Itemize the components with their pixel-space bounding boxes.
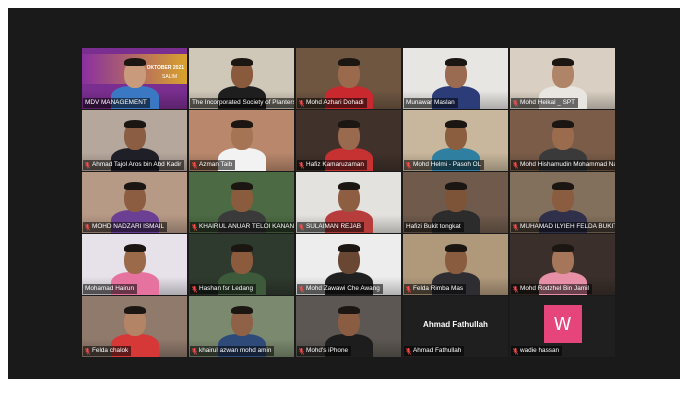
participant-name: MOHD NADZARI ISMAIL xyxy=(92,223,165,230)
participant-tile[interactable]: Mohd Azhari Dohadi xyxy=(296,48,401,109)
participant-name-tag: Ahmad Fathullah xyxy=(404,346,465,356)
participant-name: Mohd Azhari Dohadi xyxy=(306,99,364,106)
participant-name: Mohd Rodzhel Bin Jamil xyxy=(520,285,589,292)
participant-name-tag: MOHD NADZARI ISMAIL xyxy=(83,222,168,232)
participant-display-name: Ahmad Fathullah xyxy=(423,320,488,329)
zoom-gallery-window: OKTOBER 2021 SALIM MDV MANAGEMENT The Incor… xyxy=(8,8,680,379)
participant-tile[interactable]: Felda Rimba Mas xyxy=(403,234,508,295)
mic-muted-icon xyxy=(405,285,412,293)
participant-name: khairul azwan mohd amin xyxy=(199,347,272,354)
participant-tile[interactable]: Mohd Zawawi Che Awang xyxy=(296,234,401,295)
mic-muted-icon xyxy=(298,347,305,355)
participant-tile[interactable]: MOHD NADZARI ISMAIL xyxy=(82,172,187,233)
participant-name-tag: Hafizi Bukit tongkat xyxy=(404,222,464,232)
participant-tile[interactable]: Felda chalok xyxy=(82,296,187,357)
participant-tile[interactable]: SULAIMAN REJAB xyxy=(296,172,401,233)
participant-name-tag: Mohd Hishamudin Mohammad Na... xyxy=(511,160,615,170)
participant-name: Hafizi Bukit tongkat xyxy=(406,223,461,230)
participant-tile[interactable]: Mohd's iPhone xyxy=(296,296,401,357)
participant-grid: OKTOBER 2021 SALIM MDV MANAGEMENT The Incor… xyxy=(82,48,615,419)
participant-tile[interactable]: Ahmad Fathullah Ahmad Fathullah xyxy=(403,296,508,357)
participant-name-tag: khairul azwan mohd amin xyxy=(190,346,275,356)
participant-name: Mohamad Hairun xyxy=(85,285,135,292)
participant-tile[interactable]: Mohd Hishamudin Mohammad Na... xyxy=(510,110,615,171)
participant-tile[interactable]: The Incorporated Society of Planters xyxy=(189,48,294,109)
participant-tile[interactable]: MUHAMAD ILYIEH FELDA BUKIT ... xyxy=(510,172,615,233)
participant-tile[interactable]: Hafiz Kamaruzaman xyxy=(296,110,401,171)
mic-muted-icon xyxy=(512,161,519,169)
participant-name-tag: KHAIRUL ANUAR TELOI KANAN xyxy=(190,222,294,232)
participant-name: Mohd Helmi - Pasoh OL xyxy=(413,161,482,168)
mic-muted-icon xyxy=(512,285,519,293)
participant-name: Ahmad Fathullah xyxy=(413,347,462,354)
mic-muted-icon xyxy=(84,347,91,355)
participant-name-tag: MUHAMAD ILYIEH FELDA BUKIT ... xyxy=(511,222,615,232)
participant-name: Hafiz Kamaruzaman xyxy=(306,161,364,168)
participant-name-tag: Azman Taib xyxy=(190,160,236,170)
participant-name-tag: Mohd Azhari Dohadi xyxy=(297,98,367,108)
participant-tile[interactable]: Mohd Rodzhel Bin Jamil xyxy=(510,234,615,295)
participant-name-tag: Mohamad Hairun xyxy=(83,284,138,294)
participant-tile[interactable]: Wwadie hassan xyxy=(510,296,615,357)
participant-name: Mohd Hishamudin Mohammad Na... xyxy=(520,161,615,168)
participant-name: The Incorporated Society of Planters xyxy=(192,99,294,106)
participant-name: Mohd's iPhone xyxy=(306,347,349,354)
mic-muted-icon xyxy=(298,285,305,293)
participant-tile[interactable]: Ahmad Tajol Aros bin Abd Kadir xyxy=(82,110,187,171)
mic-muted-icon xyxy=(84,161,91,169)
mic-muted-icon xyxy=(512,99,519,107)
participant-tile[interactable]: Mohamad Hairun xyxy=(82,234,187,295)
participant-name: MUHAMAD ILYIEH FELDA BUKIT ... xyxy=(520,223,615,230)
participant-name: KHAIRUL ANUAR TELOI KANAN xyxy=(199,223,294,230)
participant-tile[interactable]: Azman Taib xyxy=(189,110,294,171)
participant-name-tag: Felda Rimba Mas xyxy=(404,284,467,294)
participant-tile[interactable]: Munawar Maslan xyxy=(403,48,508,109)
mic-muted-icon xyxy=(84,223,91,231)
mic-muted-icon xyxy=(191,161,198,169)
participant-name-tag: wadie hassan xyxy=(511,346,563,356)
mic-muted-icon xyxy=(512,347,519,355)
participant-tile[interactable]: KHAIRUL ANUAR TELOI KANAN xyxy=(189,172,294,233)
mic-muted-icon xyxy=(298,223,305,231)
participant-name-tag: Felda chalok xyxy=(83,346,132,356)
participant-name-tag: Mohd Rodzhel Bin Jamil xyxy=(511,284,592,294)
participant-name-tag: Mohd Helmi - Pasoh OL xyxy=(404,160,485,170)
mic-muted-icon xyxy=(191,347,198,355)
mic-muted-icon xyxy=(512,223,519,231)
participant-name: Mohd Heikal _ SPT xyxy=(520,99,576,106)
participant-name-tag: Hafiz Kamaruzaman xyxy=(297,160,367,170)
participant-name-tag: MDV MANAGEMENT xyxy=(83,98,150,108)
participant-tile[interactable]: khairul azwan mohd amin xyxy=(189,296,294,357)
mic-muted-icon xyxy=(191,223,198,231)
mic-muted-icon xyxy=(298,161,305,169)
participant-name-tag: The Incorporated Society of Planters xyxy=(190,98,294,108)
participant-tile[interactable]: OKTOBER 2021 SALIM MDV MANAGEMENT xyxy=(82,48,187,109)
participant-name: Felda Rimba Mas xyxy=(413,285,464,292)
participant-name: wadie hassan xyxy=(520,347,560,354)
participant-name-tag: Mohd Heikal _ SPT xyxy=(511,98,579,108)
participant-name: Felda chalok xyxy=(92,347,129,354)
mic-muted-icon xyxy=(405,347,412,355)
participant-name: MDV MANAGEMENT xyxy=(85,99,147,106)
participant-tile[interactable]: Mohd Helmi - Pasoh OL xyxy=(403,110,508,171)
participant-name: Mohd Zawawi Che Awang xyxy=(306,285,380,292)
avatar: W xyxy=(543,305,582,343)
participant-name: Azman Taib xyxy=(199,161,233,168)
participant-name-tag: Munawar Maslan xyxy=(404,98,458,108)
participant-name: SULAIMAN REJAB xyxy=(306,223,362,230)
participant-tile[interactable]: Mohd Heikal _ SPT xyxy=(510,48,615,109)
participant-name: Hashan fsr Ledang xyxy=(199,285,254,292)
participant-name: Munawar Maslan xyxy=(406,99,455,106)
mic-muted-icon xyxy=(405,161,412,169)
mic-muted-icon xyxy=(191,285,198,293)
participant-tile[interactable]: Hashan fsr Ledang xyxy=(189,234,294,295)
mic-muted-icon xyxy=(298,99,305,107)
participant-name-tag: Hashan fsr Ledang xyxy=(190,284,257,294)
participant-name-tag: SULAIMAN REJAB xyxy=(297,222,365,232)
participant-name: Ahmad Tajol Aros bin Abd Kadir xyxy=(92,161,182,168)
participant-name-tag: Mohd's iPhone xyxy=(297,346,352,356)
participant-name-tag: Ahmad Tajol Aros bin Abd Kadir xyxy=(83,160,185,170)
participant-tile[interactable]: Hafizi Bukit tongkat xyxy=(403,172,508,233)
participant-name-tag: Mohd Zawawi Che Awang xyxy=(297,284,383,294)
